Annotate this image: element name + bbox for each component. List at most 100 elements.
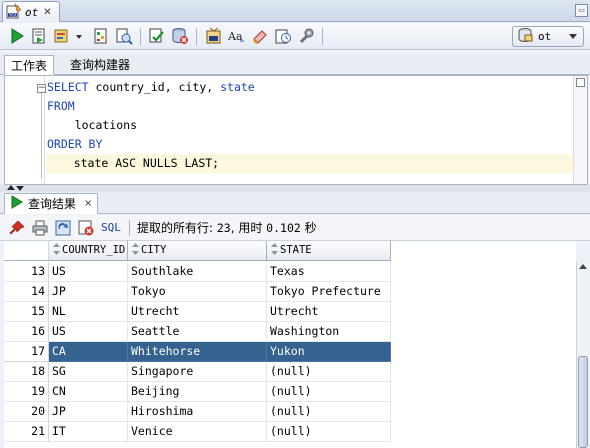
sql-worksheet-icon: SQL bbox=[6, 2, 22, 22]
sql-keyword: FROM bbox=[47, 99, 75, 113]
scrollbar-thumb[interactable] bbox=[578, 356, 588, 448]
connection-select[interactable]: ot bbox=[512, 26, 584, 47]
to-upper-case-icon[interactable]: Aa bbox=[227, 27, 246, 45]
toolbar-separator bbox=[322, 28, 323, 45]
scroll-up-icon[interactable] bbox=[579, 264, 587, 269]
code-line-current[interactable]: state ASC NULLS LAST; bbox=[46, 154, 575, 173]
cell-state[interactable]: Yukon bbox=[267, 342, 391, 362]
cell-state[interactable]: (null) bbox=[267, 422, 391, 442]
refresh-icon[interactable] bbox=[55, 220, 71, 236]
cell-country-id[interactable]: JP bbox=[49, 282, 128, 302]
grid-scrollbar[interactable] bbox=[576, 261, 588, 448]
panel-splitter[interactable] bbox=[0, 185, 590, 192]
cell-country-id[interactable]: CA bbox=[49, 342, 128, 362]
cell-city[interactable]: Utrecht bbox=[128, 302, 267, 322]
code-line[interactable]: ORDER BY bbox=[47, 135, 102, 154]
toolbar-separator bbox=[129, 220, 130, 236]
cell-state[interactable]: Washington bbox=[267, 322, 391, 342]
cell-state[interactable]: Tokyo Prefecture bbox=[267, 282, 391, 302]
close-results-tab-icon[interactable]: × bbox=[84, 198, 92, 209]
cell-city[interactable]: Southlake bbox=[128, 262, 267, 282]
row-number[interactable]: 13 bbox=[4, 262, 49, 282]
row-number[interactable]: 16 bbox=[4, 322, 49, 342]
fold-toggle-icon[interactable]: − bbox=[37, 84, 46, 93]
cell-city[interactable]: Beijing bbox=[128, 382, 267, 402]
cell-state[interactable]: (null) bbox=[267, 402, 391, 422]
run-statement-icon[interactable] bbox=[8, 27, 26, 45]
close-tab-icon[interactable]: ✕ bbox=[43, 7, 51, 18]
cell-country-id[interactable]: SG bbox=[49, 362, 128, 382]
row-number[interactable]: 17 bbox=[4, 342, 49, 362]
chevron-down-icon bbox=[569, 34, 577, 39]
collapse-up-icon[interactable] bbox=[7, 185, 15, 190]
cell-state[interactable]: (null) bbox=[267, 382, 391, 402]
cell-country-id[interactable]: US bbox=[49, 322, 128, 342]
row-number[interactable]: 20 bbox=[4, 402, 49, 422]
results-grid[interactable]: COUNTRY_ID CITY STATE 13 US Southlake Texas… bbox=[4, 241, 576, 448]
editor-subtabs: 工作表 查询构建器 bbox=[0, 53, 590, 75]
dropdown-arrow-icon[interactable] bbox=[74, 27, 84, 45]
table-row[interactable]: 14 JP Tokyo Tokyo Prefecture bbox=[4, 282, 391, 302]
cell-country-id[interactable]: CN bbox=[49, 382, 128, 402]
table-row[interactable]: 16 US Seattle Washington bbox=[4, 322, 391, 342]
code-line[interactable]: FROM bbox=[47, 97, 75, 116]
worksheet-tab-label: ot bbox=[25, 5, 39, 19]
editor-scrollbar[interactable] bbox=[573, 76, 587, 184]
sql-text: state ASC NULLS LAST; bbox=[46, 156, 220, 170]
cell-country-id[interactable]: NL bbox=[49, 302, 128, 322]
row-number[interactable]: 15 bbox=[4, 302, 49, 322]
row-number[interactable]: 21 bbox=[4, 422, 49, 442]
autotrace-icon[interactable] bbox=[92, 27, 110, 45]
sql-editor[interactable]: − SELECT country_id, city, state FROM loc… bbox=[4, 75, 588, 185]
tab-query-result[interactable]: 查询结果 × bbox=[4, 193, 99, 214]
row-number[interactable]: 19 bbox=[4, 382, 49, 402]
sql-history-icon[interactable] bbox=[274, 27, 292, 45]
cell-city[interactable]: Venice bbox=[128, 422, 267, 442]
cell-state[interactable]: Utrecht bbox=[267, 302, 391, 322]
database-connection-icon bbox=[517, 27, 533, 46]
tab-worksheet[interactable]: 工作表 bbox=[4, 55, 55, 75]
restore-window-button[interactable]: ▭ bbox=[575, 4, 588, 17]
cell-city[interactable]: Singapore bbox=[128, 362, 267, 382]
code-line[interactable]: SELECT country_id, city, state bbox=[47, 78, 255, 97]
table-row[interactable]: 21 IT Venice (null) bbox=[4, 422, 391, 442]
unshared-sql-icon[interactable] bbox=[205, 27, 223, 45]
cell-country-id[interactable]: JP bbox=[49, 402, 128, 422]
cell-city[interactable]: Hiroshima bbox=[128, 402, 267, 422]
rollback-icon[interactable] bbox=[171, 27, 189, 45]
collapse-down-icon[interactable] bbox=[16, 186, 24, 191]
column-header-state[interactable]: STATE bbox=[267, 241, 391, 261]
explain-plan-icon[interactable] bbox=[53, 27, 71, 45]
pin-icon[interactable] bbox=[9, 220, 25, 236]
column-header-label: COUNTRY_ID bbox=[62, 244, 126, 256]
cell-state[interactable]: Texas bbox=[267, 262, 391, 282]
column-header-country-id[interactable]: COUNTRY_ID bbox=[49, 241, 128, 261]
table-row[interactable]: 20 JP Hiroshima (null) bbox=[4, 402, 391, 422]
table-row[interactable]: 18 SG Singapore (null) bbox=[4, 362, 391, 382]
table-row[interactable]: 13 US Southlake Texas bbox=[4, 262, 391, 282]
print-icon[interactable] bbox=[32, 220, 48, 236]
table-row-selected[interactable]: 17 CA Whitehorse Yukon bbox=[4, 342, 391, 362]
sql-button[interactable]: SQL bbox=[101, 220, 121, 236]
cell-city[interactable]: Seattle bbox=[128, 322, 267, 342]
cancel-fetch-icon[interactable] bbox=[78, 220, 94, 236]
commit-icon[interactable] bbox=[148, 27, 166, 45]
cell-city[interactable]: Tokyo bbox=[128, 282, 267, 302]
row-number[interactable]: 14 bbox=[4, 282, 49, 302]
column-header-city[interactable]: CITY bbox=[128, 241, 267, 261]
cell-country-id[interactable]: IT bbox=[49, 422, 128, 442]
tools-icon[interactable] bbox=[297, 27, 315, 45]
row-number[interactable]: 18 bbox=[4, 362, 49, 382]
status-prefix: 提取的所有行: bbox=[137, 221, 217, 235]
cell-country-id[interactable]: US bbox=[49, 262, 128, 282]
clear-icon[interactable] bbox=[251, 27, 269, 45]
table-row[interactable]: 15 NL Utrecht Utrecht bbox=[4, 302, 391, 322]
run-script-icon[interactable] bbox=[30, 27, 48, 45]
cell-state[interactable]: (null) bbox=[267, 362, 391, 382]
table-row[interactable]: 19 CN Beijing (null) bbox=[4, 382, 391, 402]
code-line[interactable]: locations bbox=[47, 116, 137, 135]
worksheet-tab-ot[interactable]: SQL ot ✕ bbox=[2, 1, 60, 22]
tab-query-builder[interactable]: 查询构建器 bbox=[64, 55, 136, 75]
sql-tuning-icon[interactable] bbox=[115, 27, 133, 45]
cell-city[interactable]: Whitehorse bbox=[128, 342, 267, 362]
